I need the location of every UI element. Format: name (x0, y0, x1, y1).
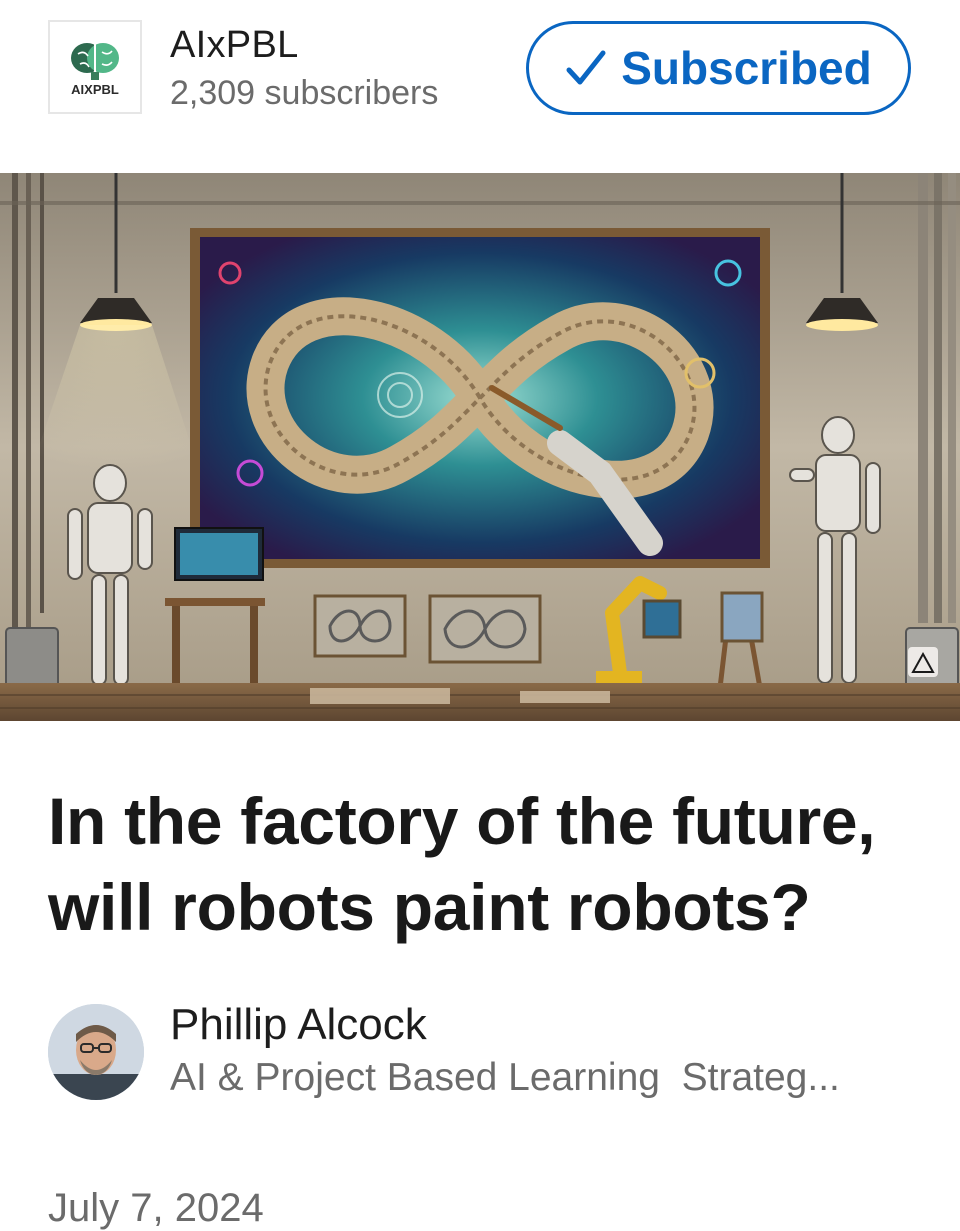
newsletter-name[interactable]: AIxPBL (170, 24, 299, 67)
cover-image[interactable] (0, 173, 960, 721)
subscribed-label: Subscribed (621, 42, 872, 94)
subscriber-count: 2,309 subscribers (170, 74, 439, 112)
brain-logo-icon: AIXPBL (71, 43, 119, 97)
robots-painting-infinity-artwork (0, 173, 960, 721)
person-avatar-icon (48, 1004, 144, 1100)
newsletter-logo[interactable]: AIXPBL (48, 20, 142, 114)
author-name[interactable]: Phillip Alcock (170, 1000, 427, 1050)
subscribed-button[interactable]: Subscribed (526, 21, 911, 115)
check-icon (565, 48, 607, 88)
author-avatar[interactable] (48, 1004, 144, 1100)
author-headline: AI & Project Based Learning Strateg... (170, 1056, 840, 1099)
triangle-icon (908, 647, 938, 677)
article-title: In the factory of the future, will robot… (48, 784, 876, 944)
publish-date: July 7, 2024 (48, 1186, 264, 1230)
logo-text: AIXPBL (71, 82, 119, 97)
article-page: AIXPBL AIxPBL 2,309 subscribers Subscrib… (0, 0, 960, 1231)
